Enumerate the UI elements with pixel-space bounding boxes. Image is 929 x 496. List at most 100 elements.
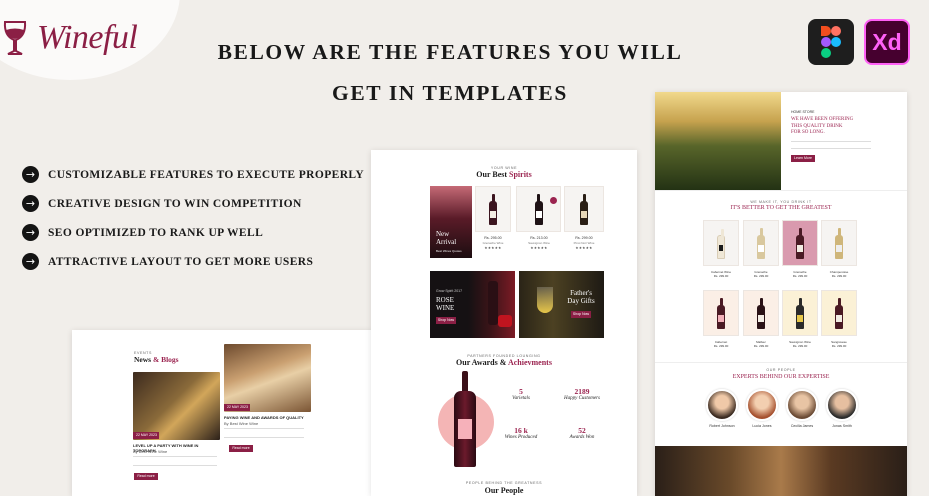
headline-line-2: GET IN TEMPLATES xyxy=(332,81,568,105)
hero-body-text xyxy=(791,140,871,149)
stat-number: 5 xyxy=(519,387,523,396)
product-card[interactable] xyxy=(703,220,739,266)
arrow-right-icon: → xyxy=(22,195,39,212)
expert-card[interactable]: Robert Johnson xyxy=(704,389,740,428)
news-title: News & Blogs xyxy=(134,355,179,364)
product-card[interactable] xyxy=(703,290,739,336)
expert-name: Cecilia James xyxy=(790,424,814,428)
experts-title: EXPERTS BEHIND OUR EXPERTISE xyxy=(732,374,830,380)
product-card[interactable] xyxy=(821,290,857,336)
product-stars: ★★★★★ xyxy=(484,246,502,250)
people-cheers-image xyxy=(655,446,907,496)
awards-wine-bottle xyxy=(454,371,476,467)
product-card[interactable] xyxy=(743,220,779,266)
blog-title[interactable]: PAYING WINE AND AWARDS OF QUALITY xyxy=(224,415,312,420)
stat-number: 2189 xyxy=(574,387,590,396)
product-name: Sauvignon Wine xyxy=(528,241,550,245)
arrow-right-icon: → xyxy=(22,253,39,270)
product-card[interactable] xyxy=(475,186,511,232)
product-price: Rs. 299.00 xyxy=(753,344,769,348)
stat-label: Awards Won xyxy=(569,435,595,440)
avatar xyxy=(746,389,778,421)
expert-card[interactable]: Cecilia James xyxy=(784,389,820,428)
blog-meta: By Best Wine Wine xyxy=(224,421,259,426)
banner-eyebrow: Grow Spirit 2017 xyxy=(436,289,463,293)
product-price: Rs. 299.00 xyxy=(831,344,847,348)
features-list: → CUSTOMIZABLE FEATURES TO EXECUTE PROPER… xyxy=(22,160,364,276)
product-card[interactable] xyxy=(821,220,857,266)
banner-line-2: WINE xyxy=(436,304,455,312)
adobe-xd-icon: Xd xyxy=(872,29,902,55)
blog-date-badge: 22 MAY 2023 xyxy=(224,404,250,411)
banner-line-2: Day Gifts xyxy=(567,297,595,305)
blog-excerpt xyxy=(224,428,304,438)
blog-excerpt xyxy=(133,456,217,466)
page-headline: BELOW ARE THE FEATURES YOU WILL GET IN T… xyxy=(190,32,710,114)
learn-more-button[interactable]: Learn More xyxy=(791,154,815,162)
experts-eyebrow: OUR PEOPLE xyxy=(766,368,796,372)
promo-line-1: New xyxy=(436,230,450,238)
spirits-page-preview: YOUR WINE Our Best Spirits New Arrival B… xyxy=(371,150,637,496)
new-arrival-promo[interactable]: New Arrival Best Wines Quotes xyxy=(430,186,472,258)
product-price: Rs. 299.00 xyxy=(792,274,808,278)
brand-logo[interactable]: Wineful xyxy=(0,18,138,58)
read-more-button[interactable]: Read more xyxy=(229,445,253,452)
feature-item: → ATTRACTIVE LAYOUT TO GET MORE USERS xyxy=(22,247,364,276)
product-card[interactable] xyxy=(564,186,604,232)
blog-meta: By Best Wine Wine xyxy=(133,449,168,454)
figma-badge xyxy=(808,19,854,65)
stat-label: Happy Customers xyxy=(564,396,600,401)
feature-item: → CUSTOMIZABLE FEATURES TO EXECUTE PROPER… xyxy=(22,160,364,189)
expert-card[interactable]: Jonas Smith xyxy=(824,389,860,428)
arrow-right-icon: → xyxy=(22,224,39,241)
stat-number: 16 k xyxy=(514,426,528,435)
product-price: Rs. 299.00 xyxy=(753,274,769,278)
product-card[interactable] xyxy=(782,290,818,336)
product-price: Rs. 299.00 xyxy=(713,344,729,348)
spirits-title: Our Best Spirits xyxy=(371,170,637,179)
promo-line-2: Arrival xyxy=(436,238,457,246)
wine-bottle-image xyxy=(488,281,498,325)
people-title: Our People xyxy=(484,486,524,495)
product-card[interactable] xyxy=(782,220,818,266)
feature-item: → SEO OPTIMIZED TO RANK UP WELL xyxy=(22,218,364,247)
feature-label: SEO OPTIMIZED TO RANK UP WELL xyxy=(48,226,264,239)
product-card[interactable] xyxy=(743,290,779,336)
banner-line-1: Father's xyxy=(570,289,592,297)
gift-box-image xyxy=(498,315,512,327)
product-card[interactable] xyxy=(516,186,561,232)
avatar xyxy=(786,389,818,421)
expert-name: Lucia Jones xyxy=(752,424,772,428)
products-eyebrow: WE MAKE IT, YOU DRINK IT xyxy=(750,200,812,204)
wine-glass-image xyxy=(537,287,553,313)
stat-item: 2189 Happy Customers xyxy=(557,387,607,401)
rose-wine-banner[interactable]: Grow Spirit 2017 ROSE WINE Shop Now xyxy=(430,271,515,338)
feature-label: CUSTOMIZABLE FEATURES TO EXECUTE PROPERL… xyxy=(48,168,365,181)
wishlist-icon[interactable] xyxy=(550,197,557,204)
shop-now-button[interactable]: Shop Now xyxy=(571,311,591,318)
promo-sub: Best Wines Quotes xyxy=(436,249,462,253)
feature-label: CREATIVE DESIGN TO WIN COMPETITION xyxy=(48,197,302,210)
figma-icon xyxy=(821,26,841,58)
blog-date-badge: 22 MAY 2023 xyxy=(133,432,159,439)
expert-name: Robert Johnson xyxy=(709,424,735,428)
stat-label: Varietals xyxy=(512,396,530,401)
headline-line-1: BELOW ARE THE FEATURES YOU WILL xyxy=(217,40,683,64)
brand-name: Wineful xyxy=(37,19,138,56)
product-price: Rs. 295.00 xyxy=(484,236,502,240)
product-stars: ★★★★★ xyxy=(575,246,593,250)
read-more-button[interactable]: Read more xyxy=(134,473,158,480)
fathers-day-banner[interactable]: Father's Day Gifts Shop Now xyxy=(519,271,604,338)
awards-title: Our Awards & Achievments xyxy=(371,358,637,367)
stat-item: 52 Awards Won xyxy=(557,426,607,440)
shop-now-button[interactable]: Shop Now xyxy=(436,317,456,324)
expert-card[interactable]: Lucia Jones xyxy=(744,389,780,428)
news-title-plain: News xyxy=(134,355,153,364)
vineyard-hero-image xyxy=(655,92,781,190)
product-name: Pinot Noir Wine xyxy=(573,241,595,245)
home-page-preview: HOME STORE WE HAVE BEEN OFFERING THIS QU… xyxy=(655,92,907,496)
product-price: Rs. 299.00 xyxy=(575,236,593,240)
product-price: Rs. 299.00 xyxy=(831,274,847,278)
stat-item: 5 Varietals xyxy=(501,387,541,401)
spirits-title-accent: Spirits xyxy=(509,170,532,179)
